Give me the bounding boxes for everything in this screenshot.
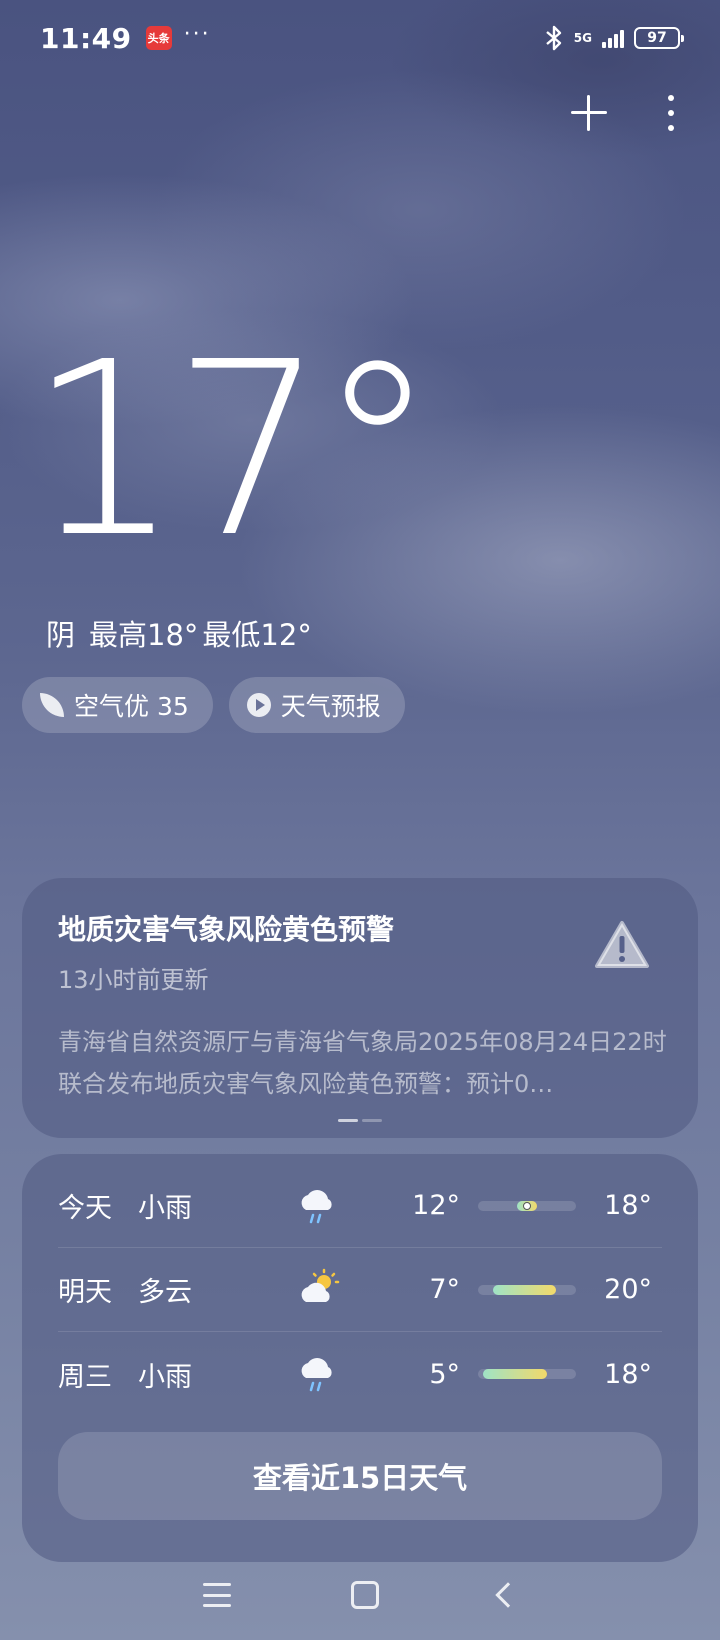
recent-apps-icon[interactable] — [203, 1583, 231, 1607]
temperature-range-bar — [478, 1200, 576, 1211]
status-time: 11:49 — [40, 21, 132, 55]
forecast-condition: 多云 — [138, 1277, 192, 1308]
temperature-range-fill — [482, 1369, 547, 1379]
battery-icon: 97 — [634, 27, 684, 49]
weather-alert-card[interactable]: 地质灾害气象风险黄色预警 13小时前更新 青海省自然资源厅与青海省气象局2025… — [22, 878, 698, 1138]
weather-forecast-video-chip[interactable]: 天气预报 — [228, 677, 405, 733]
forecast-high: 20° — [604, 1274, 652, 1305]
current-summary: 阴 最高18° 最低12° — [46, 612, 312, 654]
more-options-icon[interactable] — [667, 95, 675, 131]
home-icon[interactable] — [351, 1581, 379, 1609]
signal-icon — [602, 28, 624, 48]
forecast-day: 今天 — [58, 1193, 112, 1224]
alert-body: 青海省自然资源厅与青海省气象局2025年08月24日22时联合发布地质灾害气象风… — [58, 1028, 667, 1098]
view-15-day-button[interactable]: 查看近15日天气 — [58, 1432, 662, 1520]
status-bar: 11:49 头条 ··· 5G 97 — [0, 0, 720, 76]
today-high: 最高18° — [89, 618, 199, 652]
current-condition: 阴 — [46, 618, 76, 652]
play-icon — [246, 693, 271, 717]
current-temperature: 17° — [28, 310, 437, 590]
top-actions — [571, 95, 675, 131]
bluetooth-icon — [546, 25, 561, 51]
info-chips: 空气优 35 天气预报 — [22, 677, 405, 733]
air-quality-label: 空气优 35 — [74, 692, 189, 721]
alert-title: 地质灾害气象风险黄色预警 — [58, 913, 395, 946]
toutiao-app-icon: 头条 — [145, 26, 172, 50]
leaf-icon — [40, 693, 64, 717]
add-city-icon[interactable] — [571, 95, 607, 131]
forecast-row[interactable]: 明天 多云 7° 20° — [58, 1248, 662, 1332]
forecast-card: 今天 小雨 12° 18° 明天 多云 7° 20° 周三 小雨 5° 18° 查看近15日天气 — [22, 1154, 698, 1562]
forecast-condition: 小雨 — [138, 1193, 192, 1224]
temperature-range-fill — [492, 1284, 557, 1295]
more-notifications-icon: ··· — [183, 21, 211, 47]
back-icon[interactable] — [495, 1582, 521, 1608]
network-type: 5G — [573, 31, 592, 45]
forecast-row[interactable]: 今天 小雨 12° 18° — [58, 1164, 662, 1248]
current-temp-dot — [523, 1201, 531, 1210]
partly-cloudy-icon — [298, 1268, 358, 1312]
forecast-list: 今天 小雨 12° 18° 明天 多云 7° 20° 周三 小雨 5° 18° — [58, 1164, 662, 1416]
forecast-day: 周三 — [58, 1361, 112, 1393]
alert-updated: 13小时前更新 — [58, 966, 209, 994]
forecast-low: 5° — [429, 1358, 460, 1390]
status-indicators: 5G 97 — [544, 24, 684, 52]
battery-level: 97 — [647, 30, 667, 46]
forecast-row[interactable]: 周三 小雨 5° 18° — [58, 1332, 662, 1416]
temperature-range-bar — [478, 1369, 576, 1379]
forecast-day: 明天 — [58, 1277, 112, 1308]
temperature-range-bar — [478, 1284, 576, 1295]
forecast-video-label: 天气预报 — [280, 692, 381, 721]
navigation-bar — [0, 1550, 720, 1640]
warning-icon — [595, 921, 649, 968]
forecast-low: 12° — [412, 1190, 460, 1221]
forecast-high: 18° — [604, 1358, 652, 1390]
forecast-low: 7° — [429, 1274, 460, 1305]
light-rain-icon — [298, 1184, 358, 1228]
air-quality-chip[interactable]: 空气优 35 — [22, 677, 213, 733]
forecast-high: 18° — [604, 1190, 652, 1221]
forecast-condition: 小雨 — [138, 1361, 192, 1393]
alert-pager — [338, 1119, 382, 1122]
today-low: 最低12° — [202, 618, 312, 652]
light-rain-icon — [298, 1352, 358, 1396]
